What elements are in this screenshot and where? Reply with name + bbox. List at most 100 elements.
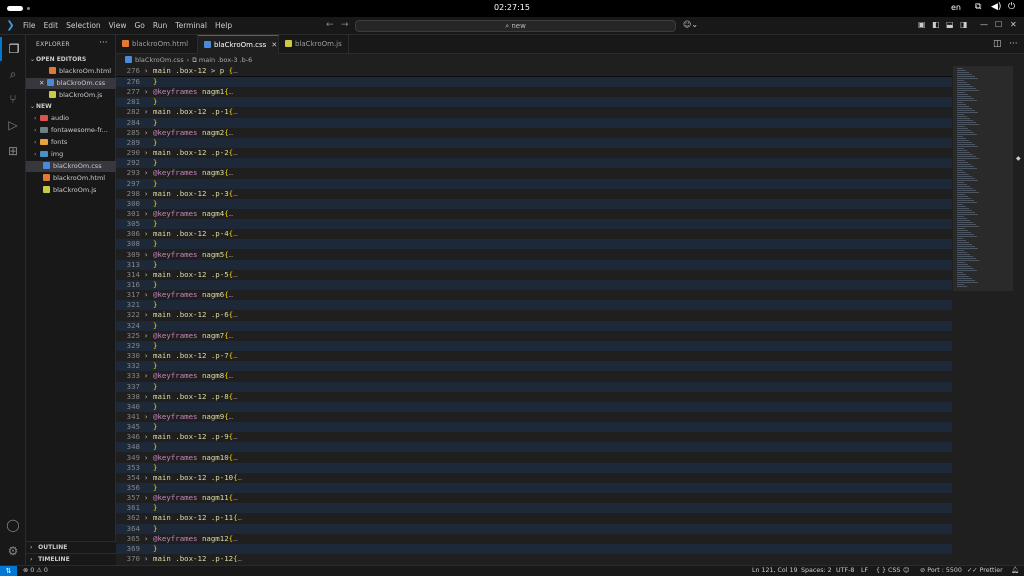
code-line[interactable]: 365 › @keyframes nagm12{… (116, 533, 952, 544)
folder-item[interactable]: › fontawesome-fr... (26, 125, 116, 136)
code-line[interactable]: 330 › main .box-12 .p-7{… (116, 351, 952, 362)
fold-chevron-icon[interactable]: › (144, 493, 148, 503)
language-mode[interactable]: { } CSS (876, 566, 900, 576)
fold-chevron-icon[interactable]: › (144, 513, 148, 523)
code-editor[interactable]: 276 › main .box-12 > p {… 276} 277 › @keyframe… (116, 66, 1024, 565)
code-line[interactable]: 314 › main .box-12 .p-5{… (116, 269, 952, 280)
fold-chevron-icon[interactable]: › (144, 351, 148, 361)
accounts-icon[interactable]: ◯ (0, 513, 26, 537)
code-line[interactable]: 313} (116, 259, 952, 270)
fold-chevron-icon[interactable]: › (144, 554, 148, 564)
menu-selection[interactable]: Selection (66, 21, 101, 30)
indentation[interactable]: Spaces: 2 (801, 566, 832, 576)
code-line[interactable]: 329} (116, 340, 952, 351)
menu-go[interactable]: Go (134, 21, 144, 30)
code-line[interactable]: 324} (116, 320, 952, 331)
explorer-icon[interactable]: ❐ (0, 37, 26, 61)
open-editor-item[interactable]: ✕ blaCkroOm.css (26, 78, 116, 89)
open-editors-header[interactable]: ⌄OPEN EDITORS (26, 54, 116, 65)
file-item[interactable]: blaCkroOm.js (26, 185, 116, 196)
fold-chevron-icon[interactable]: › (144, 412, 148, 422)
code-line[interactable]: 332} (116, 361, 952, 372)
tab-js[interactable]: blaCkroOm.js (279, 35, 349, 54)
fold-chevron-icon[interactable]: › (144, 128, 148, 138)
encoding[interactable]: UTF-8 (836, 566, 854, 576)
code-line[interactable]: 353} (116, 462, 952, 473)
prettier-status[interactable]: ✓✓ Prettier (967, 566, 1003, 576)
code-line[interactable]: 370 › main .box-12 .p-12{… (116, 554, 952, 565)
code-line[interactable]: 285 › @keyframes nagm2{… (116, 127, 952, 138)
fold-chevron-icon[interactable]: › (144, 209, 148, 219)
code-line[interactable]: 341 › @keyframes nagm9{… (116, 411, 952, 422)
code-line[interactable]: 354 › main .box-12 .p-10{… (116, 472, 952, 483)
close-editor-icon[interactable]: ✕ (39, 79, 47, 87)
system-clock[interactable]: 02:27:15 (0, 3, 1024, 12)
code-line[interactable]: 301 › @keyframes nagm4{… (116, 208, 952, 219)
line-ending[interactable]: LF (861, 566, 868, 576)
fold-chevron-icon[interactable]: › (144, 229, 148, 239)
tab-css[interactable]: blaCkroOm.css ✕ (198, 35, 279, 54)
command-search-box[interactable]: ⌕ new (355, 20, 676, 32)
extensions-icon[interactable]: ⊞ (0, 139, 26, 163)
menu-help[interactable]: Help (215, 21, 232, 30)
power-icon[interactable]: ⏻ (1008, 2, 1015, 12)
code-line[interactable]: 321} (116, 300, 952, 311)
source-control-icon[interactable]: ⑂ (0, 87, 26, 111)
run-debug-icon[interactable]: ▷ (0, 113, 26, 137)
fold-chevron-icon[interactable]: › (144, 534, 148, 544)
code-line[interactable]: 306 › main .box-12 .p-4{… (116, 229, 952, 240)
maximize-icon[interactable]: ☐ (995, 20, 1002, 29)
code-line[interactable]: 282 › main .box-12 .p-1{… (116, 107, 952, 118)
code-line[interactable]: 346 › main .box-12 .p-9{… (116, 432, 952, 443)
code-line[interactable]: 292} (116, 158, 952, 169)
close-tab-icon[interactable]: ✕ (271, 41, 277, 49)
notifications-bell-icon[interactable]: 🔔︎ (1011, 566, 1019, 576)
code-line[interactable]: 317 › @keyframes nagm6{… (116, 290, 952, 301)
code-line[interactable]: 309 › @keyframes nagm5{… (116, 249, 952, 260)
code-line[interactable]: 277 › @keyframes nagm1{… (116, 87, 952, 98)
fold-chevron-icon[interactable]: › (144, 148, 148, 158)
code-line[interactable]: 300} (116, 198, 952, 209)
code-line[interactable]: 348} (116, 442, 952, 453)
close-window-icon[interactable]: ✕ (1010, 20, 1017, 29)
breadcrumb-file[interactable]: blaCkroOm.css (135, 56, 184, 64)
code-line[interactable]: 361} (116, 503, 952, 514)
folder-item[interactable]: › img (26, 149, 116, 160)
folder-header[interactable]: ⌄NEW (26, 101, 116, 112)
fold-chevron-icon[interactable]: › (144, 87, 148, 97)
search-view-icon[interactable]: ⌕ (0, 62, 26, 86)
fold-chevron-icon[interactable]: › (144, 168, 148, 178)
code-line[interactable]: 284} (116, 117, 952, 128)
fold-chevron-icon[interactable]: › (144, 310, 148, 320)
timeline-section[interactable]: › TIMELINE (26, 553, 116, 565)
scrollbar-marker[interactable]: ◆ (1016, 155, 1021, 162)
code-line[interactable]: 308} (116, 239, 952, 250)
code-line[interactable]: 356} (116, 483, 952, 493)
outline-section[interactable]: › OUTLINE (26, 541, 116, 553)
input-language[interactable]: en (951, 3, 961, 12)
folder-item[interactable]: › audio (26, 113, 116, 124)
toggle-panel-icon[interactable]: ⬓ (946, 20, 954, 29)
fold-chevron-icon[interactable]: › (144, 432, 148, 442)
fold-chevron-icon[interactable]: › (144, 270, 148, 280)
copilot-icon[interactable]: ☺⌄ (683, 20, 698, 29)
code-line[interactable]: 293 › @keyframes nagm3{… (116, 168, 952, 179)
code-line[interactable]: 298 › main .box-12 .p-3{… (116, 188, 952, 199)
fold-chevron-icon[interactable]: › (144, 290, 148, 300)
code-line[interactable]: 337} (116, 381, 952, 392)
network-icon[interactable]: ⧉ (975, 2, 981, 12)
code-line[interactable]: 290 › main .box-12 .p-2{… (116, 148, 952, 159)
menu-view[interactable]: View (109, 21, 127, 30)
more-editor-actions-icon[interactable]: ··· (1009, 39, 1018, 49)
code-line[interactable]: 281} (116, 97, 952, 108)
code-line[interactable]: 333 › @keyframes nagm8{… (116, 371, 952, 382)
forward-arrow-icon[interactable]: → (341, 20, 349, 30)
fold-chevron-icon[interactable]: › (144, 250, 148, 260)
toggle-sidebar-icon[interactable]: ◧ (932, 20, 940, 29)
live-server-port[interactable]: ⊘ Port : 5500 (920, 566, 962, 576)
fold-chevron-icon[interactable]: › (144, 371, 148, 381)
sticky-scroll-line[interactable]: 276 › main .box-12 > p {… (116, 66, 952, 76)
volume-icon[interactable]: ◀) (991, 2, 1001, 12)
code-line[interactable]: 340} (116, 401, 952, 412)
manage-gear-icon[interactable]: ⚙ (0, 539, 26, 563)
